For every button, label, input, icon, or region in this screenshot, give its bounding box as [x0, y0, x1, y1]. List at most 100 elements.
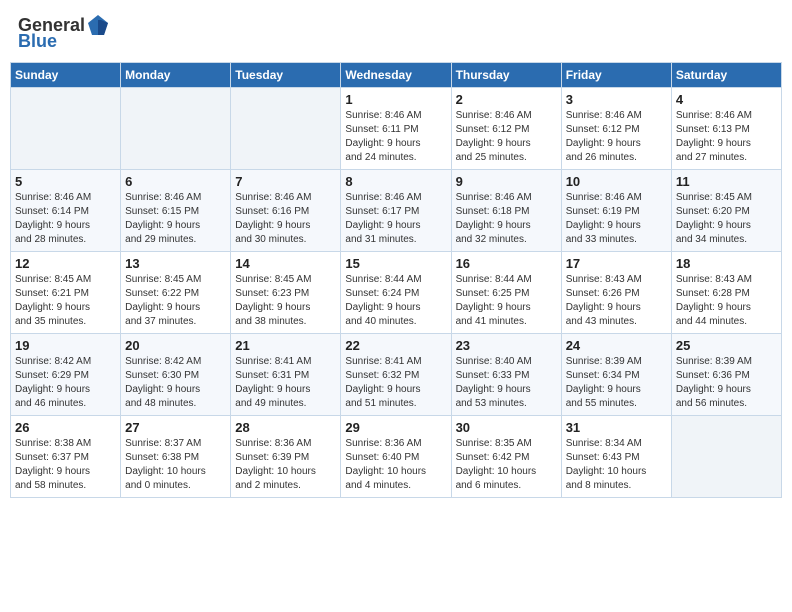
logo-icon: [87, 14, 109, 36]
day-number: 7: [235, 174, 336, 189]
day-number: 12: [15, 256, 116, 271]
calendar-cell: 30Sunrise: 8:35 AM Sunset: 6:42 PM Dayli…: [451, 416, 561, 498]
calendar-cell: 12 Sunrise: 8:45 AM Sunset: 6:21 PM Dayli…: [11, 252, 121, 334]
day-info: Sunrise: 8:41 AM Sunset: 6:32 PM Dayligh…: [345, 355, 446, 411]
calendar-week-row: 12 Sunrise: 8:45 AM Sunset: 6:21 PM Dayli…: [11, 252, 782, 334]
calendar-cell: 9Sunrise: 8:46 AM Sunset: 6:18 PM Daylig…: [451, 170, 561, 252]
day-number: 11: [676, 174, 777, 189]
day-info: Sunrise: 8:45 AM Sunset: 6:20 PM Dayligh…: [676, 191, 777, 247]
logo-blue-text: Blue: [18, 32, 57, 50]
calendar-cell: 27 Sunrise: 8:37 AM Sunset: 6:38 PM Dayli…: [121, 416, 231, 498]
calendar-cell: 22 Sunrise: 8:41 AM Sunset: 6:32 PM Dayli…: [341, 334, 451, 416]
calendar-cell: 14 Sunrise: 8:45 AM Sunset: 6:23 PM Dayli…: [231, 252, 341, 334]
day-info: Sunrise: 8:46 AM Sunset: 6:12 PM Dayligh…: [456, 109, 557, 165]
calendar-cell: [11, 88, 121, 170]
day-info: Sunrise: 8:40 AM Sunset: 6:33 PM Dayligh…: [456, 355, 557, 411]
day-info: Sunrise: 8:46 AM Sunset: 6:15 PM Dayligh…: [125, 191, 226, 247]
day-info: Sunrise: 8:45 AM Sunset: 6:21 PM Dayligh…: [15, 273, 116, 329]
calendar-cell: 24 Sunrise: 8:39 AM Sunset: 6:34 PM Dayli…: [561, 334, 671, 416]
day-number: 13: [125, 256, 226, 271]
weekday-header-monday: Monday: [121, 63, 231, 88]
day-number: 14: [235, 256, 336, 271]
weekday-header-tuesday: Tuesday: [231, 63, 341, 88]
calendar-cell: 19Sunrise: 8:42 AM Sunset: 6:29 PM Dayli…: [11, 334, 121, 416]
day-info: Sunrise: 8:46 AM Sunset: 6:17 PM Dayligh…: [345, 191, 446, 247]
day-number: 31: [566, 420, 667, 435]
day-number: 26: [15, 420, 116, 435]
day-info: Sunrise: 8:46 AM Sunset: 6:12 PM Dayligh…: [566, 109, 667, 165]
day-info: Sunrise: 8:38 AM Sunset: 6:37 PM Dayligh…: [15, 437, 116, 493]
calendar-cell: 21 Sunrise: 8:41 AM Sunset: 6:31 PM Dayli…: [231, 334, 341, 416]
day-number: 17: [566, 256, 667, 271]
calendar-cell: 5 Sunrise: 8:46 AM Sunset: 6:14 PM Daylig…: [11, 170, 121, 252]
day-info: Sunrise: 8:43 AM Sunset: 6:28 PM Dayligh…: [676, 273, 777, 329]
calendar-cell: 8 Sunrise: 8:46 AM Sunset: 6:17 PM Daylig…: [341, 170, 451, 252]
calendar-cell: 1 Sunrise: 8:46 AM Sunset: 6:11 PM Daylig…: [341, 88, 451, 170]
day-number: 6: [125, 174, 226, 189]
calendar-cell: 23 Sunrise: 8:40 AM Sunset: 6:33 PM Dayli…: [451, 334, 561, 416]
day-info: Sunrise: 8:46 AM Sunset: 6:11 PM Dayligh…: [345, 109, 446, 165]
day-info: Sunrise: 8:44 AM Sunset: 6:24 PM Dayligh…: [345, 273, 446, 329]
day-number: 10: [566, 174, 667, 189]
day-number: 1: [345, 92, 446, 107]
day-number: 16: [456, 256, 557, 271]
day-info: Sunrise: 8:43 AM Sunset: 6:26 PM Dayligh…: [566, 273, 667, 329]
day-info: Sunrise: 8:36 AM Sunset: 6:39 PM Dayligh…: [235, 437, 336, 493]
weekday-header-wednesday: Wednesday: [341, 63, 451, 88]
day-info: Sunrise: 8:39 AM Sunset: 6:34 PM Dayligh…: [566, 355, 667, 411]
day-number: 15: [345, 256, 446, 271]
day-info: Sunrise: 8:45 AM Sunset: 6:22 PM Dayligh…: [125, 273, 226, 329]
day-number: 27: [125, 420, 226, 435]
day-info: Sunrise: 8:39 AM Sunset: 6:36 PM Dayligh…: [676, 355, 777, 411]
day-info: Sunrise: 8:46 AM Sunset: 6:16 PM Dayligh…: [235, 191, 336, 247]
day-info: Sunrise: 8:45 AM Sunset: 6:23 PM Dayligh…: [235, 273, 336, 329]
weekday-header-friday: Friday: [561, 63, 671, 88]
day-info: Sunrise: 8:44 AM Sunset: 6:25 PM Dayligh…: [456, 273, 557, 329]
day-number: 18: [676, 256, 777, 271]
calendar-cell: [671, 416, 781, 498]
day-number: 20: [125, 338, 226, 353]
day-number: 5: [15, 174, 116, 189]
day-info: Sunrise: 8:37 AM Sunset: 6:38 PM Dayligh…: [125, 437, 226, 493]
calendar-cell: 11 Sunrise: 8:45 AM Sunset: 6:20 PM Dayli…: [671, 170, 781, 252]
weekday-header-sunday: Sunday: [11, 63, 121, 88]
calendar-week-row: 26 Sunrise: 8:38 AM Sunset: 6:37 PM Dayli…: [11, 416, 782, 498]
calendar-cell: 20 Sunrise: 8:42 AM Sunset: 6:30 PM Dayli…: [121, 334, 231, 416]
calendar-cell: 10 Sunrise: 8:46 AM Sunset: 6:19 PM Dayli…: [561, 170, 671, 252]
calendar-cell: 29Sunrise: 8:36 AM Sunset: 6:40 PM Dayli…: [341, 416, 451, 498]
calendar-cell: 25 Sunrise: 8:39 AM Sunset: 6:36 PM Dayli…: [671, 334, 781, 416]
calendar-cell: [121, 88, 231, 170]
calendar-cell: 16 Sunrise: 8:44 AM Sunset: 6:25 PM Dayli…: [451, 252, 561, 334]
day-info: Sunrise: 8:34 AM Sunset: 6:43 PM Dayligh…: [566, 437, 667, 493]
calendar-cell: 13 Sunrise: 8:45 AM Sunset: 6:22 PM Dayli…: [121, 252, 231, 334]
day-number: 24: [566, 338, 667, 353]
calendar-cell: 3 Sunrise: 8:46 AM Sunset: 6:12 PM Daylig…: [561, 88, 671, 170]
calendar-cell: 17 Sunrise: 8:43 AM Sunset: 6:26 PM Dayli…: [561, 252, 671, 334]
day-number: 4: [676, 92, 777, 107]
day-number: 25: [676, 338, 777, 353]
day-number: 3: [566, 92, 667, 107]
day-info: Sunrise: 8:46 AM Sunset: 6:19 PM Dayligh…: [566, 191, 667, 247]
calendar-week-row: 1 Sunrise: 8:46 AM Sunset: 6:11 PM Daylig…: [11, 88, 782, 170]
calendar-cell: 28 Sunrise: 8:36 AM Sunset: 6:39 PM Dayli…: [231, 416, 341, 498]
day-number: 28: [235, 420, 336, 435]
calendar-week-row: 19Sunrise: 8:42 AM Sunset: 6:29 PM Dayli…: [11, 334, 782, 416]
calendar-table: SundayMondayTuesdayWednesdayThursdayFrid…: [10, 62, 782, 498]
calendar-cell: [231, 88, 341, 170]
day-info: Sunrise: 8:46 AM Sunset: 6:14 PM Dayligh…: [15, 191, 116, 247]
day-number: 22: [345, 338, 446, 353]
calendar-cell: 6 Sunrise: 8:46 AM Sunset: 6:15 PM Daylig…: [121, 170, 231, 252]
calendar-cell: 2 Sunrise: 8:46 AM Sunset: 6:12 PM Daylig…: [451, 88, 561, 170]
day-info: Sunrise: 8:41 AM Sunset: 6:31 PM Dayligh…: [235, 355, 336, 411]
day-info: Sunrise: 8:42 AM Sunset: 6:30 PM Dayligh…: [125, 355, 226, 411]
day-number: 2: [456, 92, 557, 107]
calendar-cell: 4 Sunrise: 8:46 AM Sunset: 6:13 PM Daylig…: [671, 88, 781, 170]
day-info: Sunrise: 8:46 AM Sunset: 6:13 PM Dayligh…: [676, 109, 777, 165]
day-number: 8: [345, 174, 446, 189]
day-number: 23: [456, 338, 557, 353]
page-header: General Blue: [10, 10, 782, 54]
calendar-cell: 7 Sunrise: 8:46 AM Sunset: 6:16 PM Daylig…: [231, 170, 341, 252]
day-info: Sunrise: 8:35 AM Sunset: 6:42 PM Dayligh…: [456, 437, 557, 493]
calendar-cell: 18 Sunrise: 8:43 AM Sunset: 6:28 PM Dayli…: [671, 252, 781, 334]
day-number: 21: [235, 338, 336, 353]
